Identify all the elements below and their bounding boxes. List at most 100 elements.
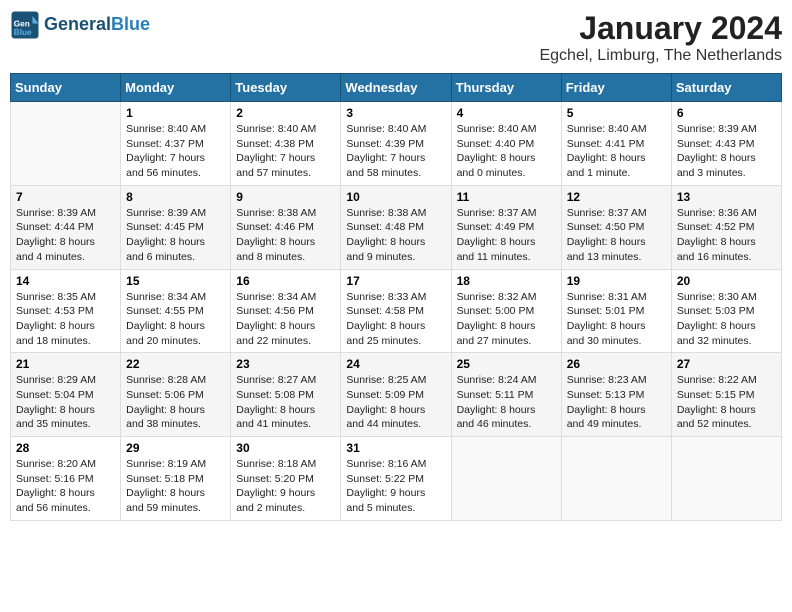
- calendar-cell: 20Sunrise: 8:30 AM Sunset: 5:03 PM Dayli…: [671, 269, 781, 353]
- day-info: Sunrise: 8:33 AM Sunset: 4:58 PM Dayligh…: [346, 290, 445, 349]
- day-number: 9: [236, 190, 335, 204]
- day-info: Sunrise: 8:31 AM Sunset: 5:01 PM Dayligh…: [567, 290, 666, 349]
- day-info: Sunrise: 8:22 AM Sunset: 5:15 PM Dayligh…: [677, 373, 776, 432]
- calendar-cell: 18 Sunrise: 8:32 AM Sunset: 5:00 PM Dayli…: [451, 269, 561, 353]
- day-info: Sunrise: 8:18 AM Sunset: 5:20 PM Dayligh…: [236, 457, 335, 516]
- day-number: 31: [346, 441, 445, 455]
- day-number: 14: [16, 274, 115, 288]
- day-number: 24: [346, 357, 445, 371]
- day-info: Sunrise: 8:23 AM Sunset: 5:13 PM Dayligh…: [567, 373, 666, 432]
- day-number: 21: [16, 357, 115, 371]
- day-number: 15: [126, 274, 225, 288]
- calendar-cell: 15 Sunrise: 8:34 AM Sunset: 4:55 PM Dayli…: [121, 269, 231, 353]
- day-number: 1: [126, 106, 225, 120]
- day-number: 13: [677, 190, 776, 204]
- col-header-saturday: Saturday: [671, 74, 781, 102]
- calendar-cell: 6Sunrise: 8:39 AM Sunset: 4:43 PM Daylig…: [671, 102, 781, 186]
- col-header-friday: Friday: [561, 74, 671, 102]
- calendar-cell: 24Sunrise: 8:25 AM Sunset: 5:09 PM Dayli…: [341, 353, 451, 437]
- main-title: January 2024: [539, 10, 782, 47]
- calendar-cell: [11, 102, 121, 186]
- day-number: 11: [457, 190, 556, 204]
- day-info: Sunrise: 8:40 AM Sunset: 4:39 PM Dayligh…: [346, 122, 445, 181]
- calendar-cell: 17 Sunrise: 8:33 AM Sunset: 4:58 PM Dayli…: [341, 269, 451, 353]
- day-number: 25: [457, 357, 556, 371]
- day-number: 29: [126, 441, 225, 455]
- calendar-cell: 23 Sunrise: 8:27 AM Sunset: 5:08 PM Dayli…: [231, 353, 341, 437]
- calendar-cell: 16 Sunrise: 8:34 AM Sunset: 4:56 PM Dayli…: [231, 269, 341, 353]
- day-number: 18: [457, 274, 556, 288]
- day-info: Sunrise: 8:37 AM Sunset: 4:49 PM Dayligh…: [457, 206, 556, 265]
- day-number: 27: [677, 357, 776, 371]
- calendar-week-row: 14Sunrise: 8:35 AM Sunset: 4:53 PM Dayli…: [11, 269, 782, 353]
- calendar-cell: 4 Sunrise: 8:40 AM Sunset: 4:40 PM Daylig…: [451, 102, 561, 186]
- calendar-cell: 8 Sunrise: 8:39 AM Sunset: 4:45 PM Daylig…: [121, 185, 231, 269]
- day-number: 19: [567, 274, 666, 288]
- calendar-cell: 7 Sunrise: 8:39 AM Sunset: 4:44 PM Daylig…: [11, 185, 121, 269]
- day-info: Sunrise: 8:38 AM Sunset: 4:48 PM Dayligh…: [346, 206, 445, 265]
- calendar-cell: 14Sunrise: 8:35 AM Sunset: 4:53 PM Dayli…: [11, 269, 121, 353]
- day-number: 3: [346, 106, 445, 120]
- day-info: Sunrise: 8:39 AM Sunset: 4:44 PM Dayligh…: [16, 206, 115, 265]
- day-number: 6: [677, 106, 776, 120]
- calendar-cell: 30 Sunrise: 8:18 AM Sunset: 5:20 PM Dayli…: [231, 437, 341, 521]
- day-number: 17: [346, 274, 445, 288]
- calendar-header-row: SundayMondayTuesdayWednesdayThursdayFrid…: [11, 74, 782, 102]
- day-number: 10: [346, 190, 445, 204]
- day-info: Sunrise: 8:27 AM Sunset: 5:08 PM Dayligh…: [236, 373, 335, 432]
- day-info: Sunrise: 8:40 AM Sunset: 4:37 PM Dayligh…: [126, 122, 225, 181]
- day-number: 23: [236, 357, 335, 371]
- calendar-cell: 2 Sunrise: 8:40 AM Sunset: 4:38 PM Daylig…: [231, 102, 341, 186]
- day-info: Sunrise: 8:19 AM Sunset: 5:18 PM Dayligh…: [126, 457, 225, 516]
- day-number: 12: [567, 190, 666, 204]
- calendar-cell: [671, 437, 781, 521]
- svg-text:Blue: Blue: [14, 28, 32, 37]
- day-info: Sunrise: 8:34 AM Sunset: 4:55 PM Dayligh…: [126, 290, 225, 349]
- day-number: 22: [126, 357, 225, 371]
- calendar-cell: 28 Sunrise: 8:20 AM Sunset: 5:16 PM Dayli…: [11, 437, 121, 521]
- calendar-cell: 22 Sunrise: 8:28 AM Sunset: 5:06 PM Dayli…: [121, 353, 231, 437]
- day-number: 16: [236, 274, 335, 288]
- calendar-week-row: 1 Sunrise: 8:40 AM Sunset: 4:37 PM Daylig…: [11, 102, 782, 186]
- calendar-cell: 10 Sunrise: 8:38 AM Sunset: 4:48 PM Dayli…: [341, 185, 451, 269]
- calendar-cell: 11 Sunrise: 8:37 AM Sunset: 4:49 PM Dayli…: [451, 185, 561, 269]
- day-number: 26: [567, 357, 666, 371]
- day-info: Sunrise: 8:37 AM Sunset: 4:50 PM Dayligh…: [567, 206, 666, 265]
- col-header-monday: Monday: [121, 74, 231, 102]
- calendar-cell: [561, 437, 671, 521]
- day-info: Sunrise: 8:40 AM Sunset: 4:38 PM Dayligh…: [236, 122, 335, 181]
- day-info: Sunrise: 8:16 AM Sunset: 5:22 PM Dayligh…: [346, 457, 445, 516]
- day-number: 4: [457, 106, 556, 120]
- calendar-cell: 1 Sunrise: 8:40 AM Sunset: 4:37 PM Daylig…: [121, 102, 231, 186]
- day-info: Sunrise: 8:29 AM Sunset: 5:04 PM Dayligh…: [16, 373, 115, 432]
- calendar-week-row: 21 Sunrise: 8:29 AM Sunset: 5:04 PM Dayli…: [11, 353, 782, 437]
- day-info: Sunrise: 8:24 AM Sunset: 5:11 PM Dayligh…: [457, 373, 556, 432]
- day-number: 7: [16, 190, 115, 204]
- day-info: Sunrise: 8:32 AM Sunset: 5:00 PM Dayligh…: [457, 290, 556, 349]
- calendar-cell: 31 Sunrise: 8:16 AM Sunset: 5:22 PM Dayli…: [341, 437, 451, 521]
- day-info: Sunrise: 8:40 AM Sunset: 4:40 PM Dayligh…: [457, 122, 556, 181]
- day-info: Sunrise: 8:34 AM Sunset: 4:56 PM Dayligh…: [236, 290, 335, 349]
- day-number: 30: [236, 441, 335, 455]
- calendar-cell: 12 Sunrise: 8:37 AM Sunset: 4:50 PM Dayli…: [561, 185, 671, 269]
- calendar-cell: 29 Sunrise: 8:19 AM Sunset: 5:18 PM Dayli…: [121, 437, 231, 521]
- day-number: 2: [236, 106, 335, 120]
- day-info: Sunrise: 8:20 AM Sunset: 5:16 PM Dayligh…: [16, 457, 115, 516]
- day-number: 8: [126, 190, 225, 204]
- day-info: Sunrise: 8:28 AM Sunset: 5:06 PM Dayligh…: [126, 373, 225, 432]
- day-number: 28: [16, 441, 115, 455]
- header: Gen Blue GeneralBlue January 2024 Egchel…: [10, 10, 782, 65]
- title-area: January 2024 Egchel, Limburg, The Nether…: [539, 10, 782, 65]
- day-number: 20: [677, 274, 776, 288]
- logo-text: GeneralBlue: [44, 15, 150, 35]
- calendar-cell: 25 Sunrise: 8:24 AM Sunset: 5:11 PM Dayli…: [451, 353, 561, 437]
- calendar-cell: 3 Sunrise: 8:40 AM Sunset: 4:39 PM Daylig…: [341, 102, 451, 186]
- calendar-cell: 5Sunrise: 8:40 AM Sunset: 4:41 PM Daylig…: [561, 102, 671, 186]
- col-header-wednesday: Wednesday: [341, 74, 451, 102]
- subtitle: Egchel, Limburg, The Netherlands: [539, 47, 782, 65]
- calendar-cell: 9Sunrise: 8:38 AM Sunset: 4:46 PM Daylig…: [231, 185, 341, 269]
- day-info: Sunrise: 8:40 AM Sunset: 4:41 PM Dayligh…: [567, 122, 666, 181]
- day-info: Sunrise: 8:36 AM Sunset: 4:52 PM Dayligh…: [677, 206, 776, 265]
- col-header-thursday: Thursday: [451, 74, 561, 102]
- day-info: Sunrise: 8:39 AM Sunset: 4:45 PM Dayligh…: [126, 206, 225, 265]
